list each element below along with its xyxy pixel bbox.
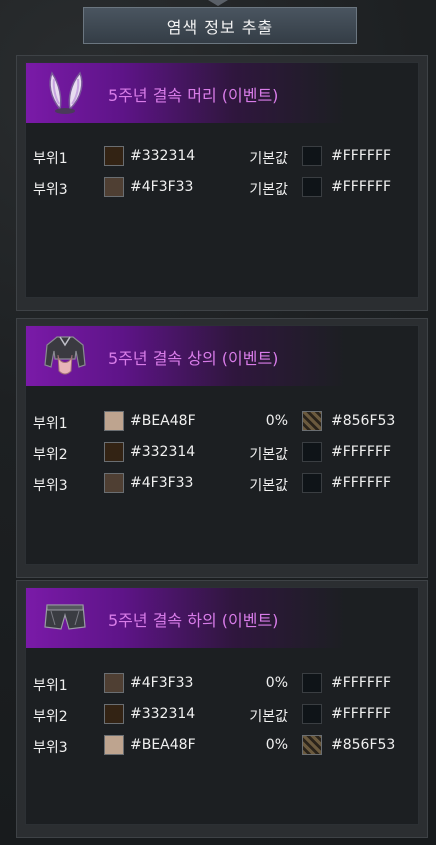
option-value: 0%	[265, 413, 288, 429]
option-value: 기본값	[249, 447, 288, 463]
secondary-swatch[interactable]	[302, 177, 322, 197]
color-swatch[interactable]	[104, 177, 124, 197]
color-hex: #BEA48F	[130, 737, 196, 753]
color-hex: #4F3F33	[130, 475, 194, 491]
option-value: 0%	[265, 737, 288, 753]
secondary-hex: #856F53	[331, 413, 396, 429]
pattern-swatch[interactable]	[302, 735, 322, 755]
dye-row: 부위3 #4F3F33 기본값 #FFFFFF	[26, 174, 418, 202]
secondary-hex: #FFFFFF	[331, 179, 392, 195]
option-value: 기본값	[249, 182, 288, 198]
color-swatch[interactable]	[104, 673, 124, 693]
item-panel-top: 5주년 결속 상의 (이벤트) 부위1 #BEA48F 0% #856F53 부…	[16, 318, 428, 578]
color-swatch[interactable]	[104, 473, 124, 493]
option-value: 기본값	[249, 478, 288, 494]
color-hex: #332314	[130, 148, 196, 164]
dye-row: 부위2 #332314 기본값 #FFFFFF	[26, 701, 418, 729]
item-panel-bottom: 5주년 결속 하의 (이벤트) 부위1 #4F3F33 0% #FFFFFF 부…	[16, 580, 428, 838]
option-value: 기본값	[249, 151, 288, 167]
color-swatch[interactable]	[104, 735, 124, 755]
part-label: 부위1	[33, 151, 68, 167]
option-value: 0%	[265, 675, 288, 691]
part-label: 부위2	[33, 709, 68, 725]
panel-body: 5주년 결속 머리 (이벤트) 부위1 #332314 기본값 #FFFFFF …	[25, 62, 419, 298]
extract-dye-info-button[interactable]: 염색 정보 추출	[83, 7, 357, 44]
secondary-swatch[interactable]	[302, 673, 322, 693]
panel-title: 5주년 결속 하의 (이벤트)	[108, 611, 279, 630]
chevron-down-icon	[208, 0, 228, 6]
item-panel-head: 5주년 결속 머리 (이벤트) 부위1 #332314 기본값 #FFFFFF …	[16, 55, 428, 311]
option-value: 기본값	[249, 709, 288, 725]
part-label: 부위1	[33, 416, 68, 432]
secondary-hex: #FFFFFF	[331, 444, 392, 460]
secondary-swatch[interactable]	[302, 146, 322, 166]
color-swatch[interactable]	[104, 442, 124, 462]
color-hex: #4F3F33	[130, 179, 194, 195]
panel-title: 5주년 결속 머리 (이벤트)	[108, 86, 279, 105]
secondary-hex: #FFFFFF	[331, 148, 392, 164]
panel-title: 5주년 결속 상의 (이벤트)	[108, 349, 279, 368]
part-label: 부위2	[33, 447, 68, 463]
secondary-hex: #FFFFFF	[331, 475, 392, 491]
color-hex: #BEA48F	[130, 413, 196, 429]
part-label: 부위3	[33, 182, 68, 198]
part-label: 부위3	[33, 478, 68, 494]
secondary-swatch[interactable]	[302, 442, 322, 462]
dye-row: 부위3 #BEA48F 0% #856F53	[26, 732, 418, 760]
dye-row: 부위3 #4F3F33 기본값 #FFFFFF	[26, 470, 418, 498]
dye-row: 부위1 #BEA48F 0% #856F53	[26, 408, 418, 436]
color-swatch[interactable]	[104, 146, 124, 166]
part-label: 부위3	[33, 740, 68, 756]
secondary-hex: #856F53	[331, 737, 396, 753]
dye-row: 부위1 #332314 기본값 #FFFFFF	[26, 143, 418, 171]
color-hex: #4F3F33	[130, 675, 194, 691]
panel-body: 5주년 결속 하의 (이벤트) 부위1 #4F3F33 0% #FFFFFF 부…	[25, 587, 419, 825]
shorts-icon	[40, 592, 90, 642]
secondary-swatch[interactable]	[302, 473, 322, 493]
secondary-hex: #FFFFFF	[331, 706, 392, 722]
color-swatch[interactable]	[104, 704, 124, 724]
panel-body: 5주년 결속 상의 (이벤트) 부위1 #BEA48F 0% #856F53 부…	[25, 325, 419, 565]
color-swatch[interactable]	[104, 411, 124, 431]
secondary-swatch[interactable]	[302, 704, 322, 724]
top-garment-icon	[40, 330, 90, 380]
secondary-hex: #FFFFFF	[331, 675, 392, 691]
dye-row: 부위2 #332314 기본값 #FFFFFF	[26, 439, 418, 467]
color-hex: #332314	[130, 706, 196, 722]
rabbit-ears-icon	[40, 67, 90, 117]
part-label: 부위1	[33, 678, 68, 694]
color-hex: #332314	[130, 444, 196, 460]
pattern-swatch[interactable]	[302, 411, 322, 431]
dye-row: 부위1 #4F3F33 0% #FFFFFF	[26, 670, 418, 698]
